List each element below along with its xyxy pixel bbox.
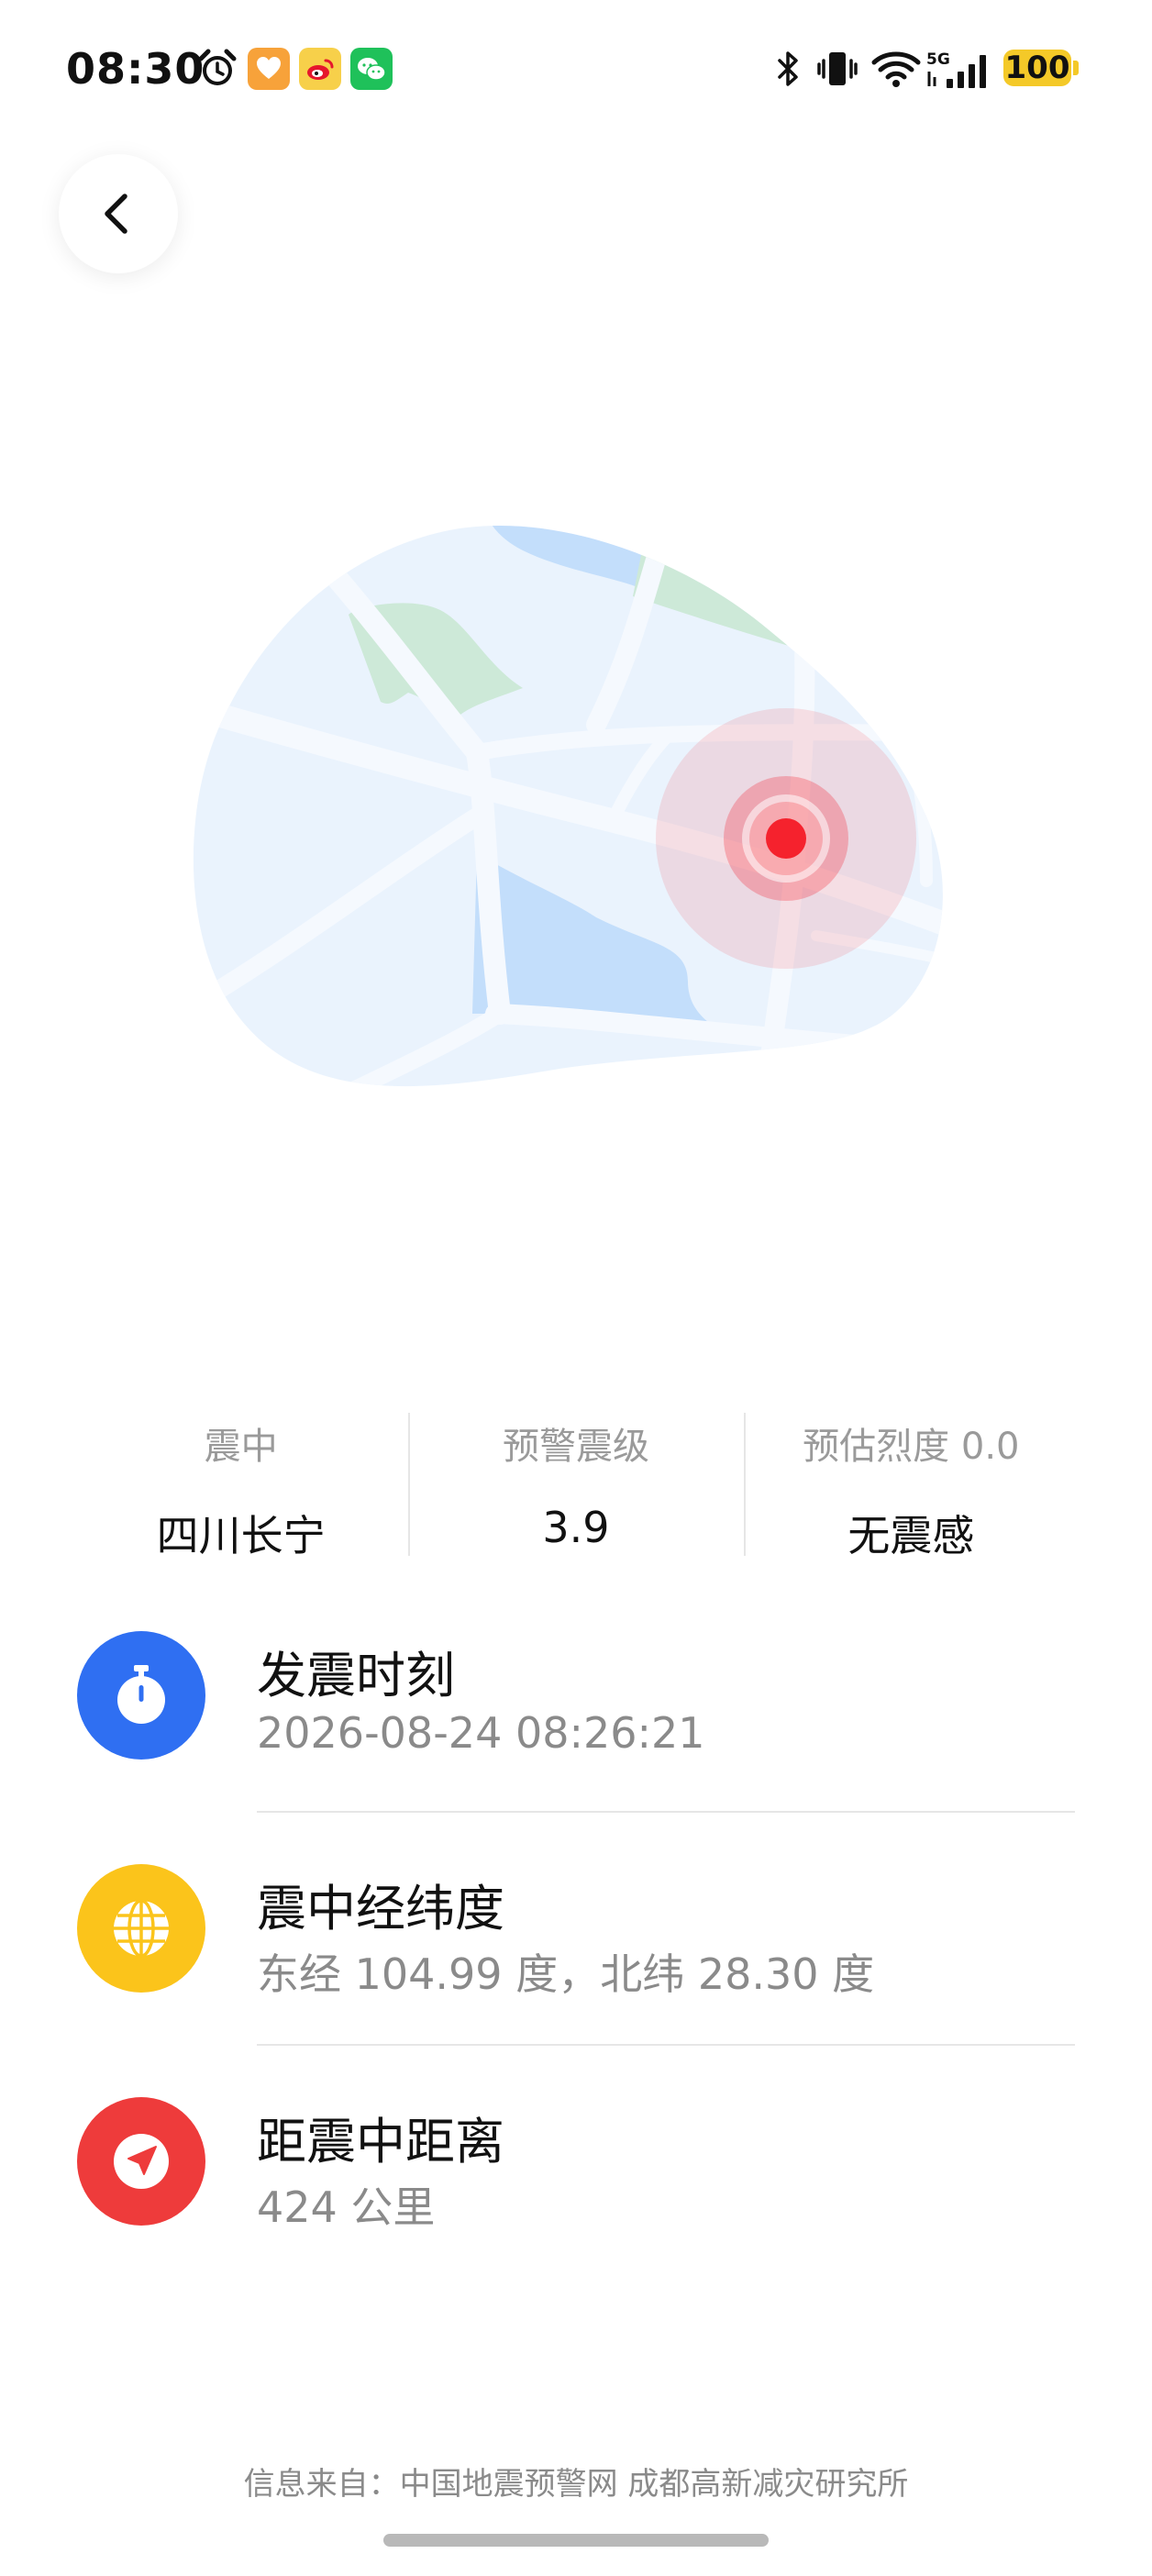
summary-intensity: 预估烈度 0.0 无震感 bbox=[743, 1413, 1079, 1560]
back-button[interactable] bbox=[59, 154, 178, 273]
health-app-icon bbox=[248, 48, 290, 90]
bluetooth-icon bbox=[778, 51, 798, 86]
info-title: 震中经纬度 bbox=[257, 1880, 504, 1938]
magnitude-value: 3.9 bbox=[542, 1503, 610, 1552]
info-value: 424 公里 bbox=[257, 2182, 436, 2232]
info-value: 东经 104.99 度，北纬 28.30 度 bbox=[257, 1949, 875, 1999]
info-value: 2026-08-24 08:26:21 bbox=[257, 1708, 705, 1758]
battery-level: 100 bbox=[1004, 50, 1070, 86]
data-source-text: 信息来自：中国地震预警网 成都高新减灾研究所 bbox=[243, 2466, 909, 2503]
epicenter-marker bbox=[656, 708, 916, 969]
summary-magnitude: 预警震级 3.9 bbox=[408, 1413, 743, 1556]
alarm-icon bbox=[198, 49, 237, 85]
globe-icon bbox=[77, 1864, 205, 1993]
chevron-left-icon bbox=[105, 194, 127, 234]
weibo-icon bbox=[299, 48, 341, 90]
home-indicator[interactable] bbox=[383, 2534, 769, 2547]
status-bar: 08:30 5G 100 bbox=[0, 0, 1152, 147]
epicenter-map bbox=[193, 525, 943, 1087]
info-title: 发震时刻 bbox=[257, 1647, 455, 1704]
stopwatch-icon bbox=[77, 1631, 205, 1760]
summary-epicenter: 震中 四川长宁 bbox=[73, 1413, 408, 1560]
wechat-icon bbox=[350, 48, 393, 90]
divider bbox=[257, 1811, 1075, 1813]
epicenter-label: 震中 bbox=[204, 1426, 278, 1468]
divider bbox=[257, 2044, 1075, 2046]
signal-icon: 5G bbox=[926, 50, 986, 88]
info-item-coordinates: 震中经纬度 东经 104.99 度，北纬 28.30 度 bbox=[0, 1864, 1152, 2093]
info-item-time: 发震时刻 2026-08-24 08:26:21 bbox=[0, 1631, 1152, 1860]
intensity-label: 预估烈度 0.0 bbox=[803, 1426, 1020, 1468]
info-title: 距震中距离 bbox=[257, 2113, 504, 2171]
wifi-icon bbox=[871, 51, 921, 87]
magnitude-label: 预警震级 bbox=[502, 1426, 649, 1468]
vibrate-icon bbox=[817, 52, 858, 85]
battery-icon: 100 bbox=[1003, 50, 1071, 86]
status-time: 08:30 bbox=[66, 44, 205, 94]
epicenter-value: 四川长宁 bbox=[156, 1511, 326, 1560]
intensity-value: 无震感 bbox=[847, 1511, 975, 1560]
battery-tip bbox=[1073, 61, 1079, 75]
navigation-arrow-icon bbox=[77, 2097, 205, 2226]
network-type: 5G bbox=[926, 50, 950, 69]
info-item-distance: 距震中距离 424 公里 bbox=[0, 2097, 1152, 2326]
earthquake-summary: 震中 四川长宁 预警震级 3.9 预估烈度 0.0 无震感 bbox=[73, 1413, 1079, 1560]
